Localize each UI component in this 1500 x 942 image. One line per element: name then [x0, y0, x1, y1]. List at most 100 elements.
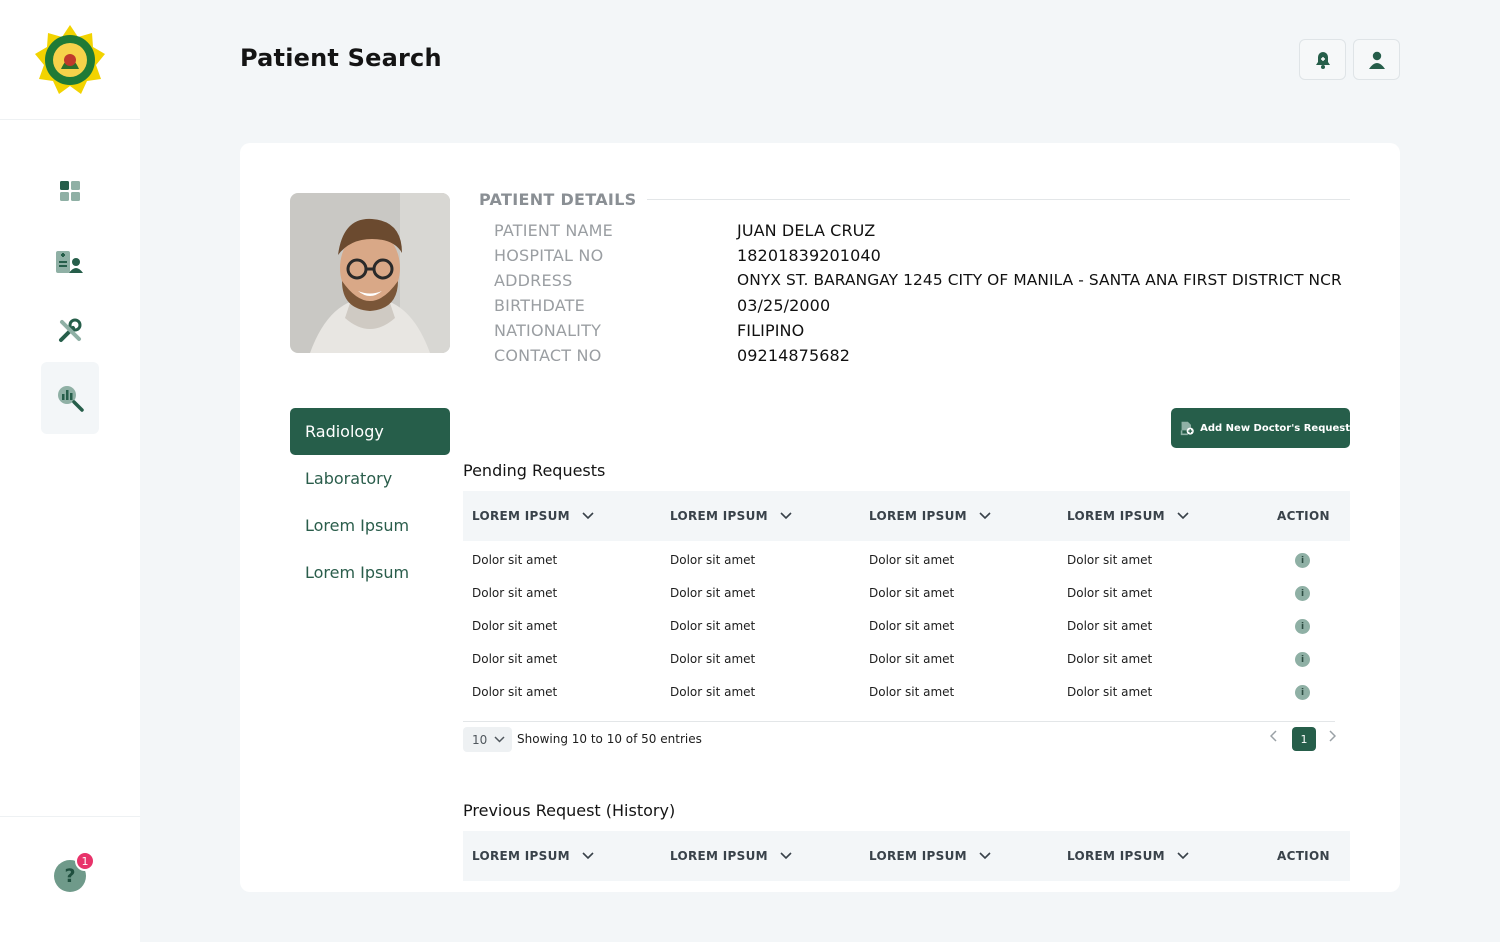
chevron-down-icon [494, 736, 505, 743]
tab-lorem-ipsum-1[interactable]: Lorem Ipsum [290, 502, 450, 549]
chevron-down-icon [1177, 852, 1189, 860]
table-cell: Dolor sit amet [869, 586, 955, 600]
table-header: LOREM IPSUM LOREM IPSUM LOREM IPSUM LORE… [463, 831, 1350, 881]
next-page-button[interactable] [1328, 730, 1337, 746]
detail-label: NATIONALITY [494, 321, 602, 340]
column-header-action: ACTION [1277, 491, 1330, 541]
column-header-3[interactable]: LOREM IPSUM [869, 491, 991, 541]
column-header-4[interactable]: LOREM IPSUM [1067, 491, 1189, 541]
nav-patients[interactable] [41, 233, 99, 291]
pagination-summary: Showing 10 to 10 of 50 entries [517, 732, 702, 746]
chevron-down-icon [780, 512, 792, 520]
table-cell: Dolor sit amet [1067, 685, 1153, 699]
per-page-value: 10 [472, 732, 488, 747]
sidebar: ? 1 [0, 0, 140, 942]
info-icon[interactable]: i [1295, 619, 1310, 634]
contact-no-value: 09214875682 [737, 346, 851, 365]
page-title: Patient Search [240, 44, 442, 72]
column-header-3[interactable]: LOREM IPSUM [869, 831, 991, 881]
history-table: LOREM IPSUM LOREM IPSUM LOREM IPSUM LORE… [463, 831, 1350, 881]
table-row: Dolor sit amet Dolor sit amet Dolor sit … [463, 544, 1350, 577]
bell-icon [1315, 51, 1330, 69]
chevron-down-icon [979, 512, 991, 520]
patient-name-value: JUAN DELA CRUZ [737, 221, 876, 240]
column-label: LOREM IPSUM [1067, 849, 1165, 863]
column-header-1[interactable]: LOREM IPSUM [472, 831, 594, 881]
nationality-value: FILIPINO [737, 321, 805, 340]
patient-record-icon [56, 251, 83, 273]
column-label: LOREM IPSUM [869, 509, 967, 523]
detail-label: HOSPITAL NO [494, 246, 604, 265]
chevron-down-icon [582, 852, 594, 860]
chevron-down-icon [979, 852, 991, 860]
column-label: LOREM IPSUM [670, 849, 768, 863]
page-button-current[interactable]: 1 [1292, 727, 1316, 751]
detail-label: BIRTHDATE [494, 296, 585, 315]
column-header-action: ACTION [1277, 831, 1330, 881]
chevron-right-icon [1329, 730, 1337, 742]
table-cell: Dolor sit amet [472, 619, 558, 633]
table-cell: Dolor sit amet [869, 685, 955, 699]
table-header: LOREM IPSUM LOREM IPSUM LOREM IPSUM LORE… [463, 491, 1350, 541]
column-header-2[interactable]: LOREM IPSUM [670, 491, 792, 541]
patient-details-header: PATIENT DETAILS [479, 190, 1350, 209]
table-cell: Dolor sit amet [869, 619, 955, 633]
chevron-left-icon [1269, 730, 1277, 742]
detail-label: ADDRESS [494, 271, 573, 290]
table-cell: Dolor sit amet [670, 652, 756, 666]
help-icon: ? [64, 865, 76, 887]
pending-requests-table: LOREM IPSUM LOREM IPSUM LOREM IPSUM LORE… [463, 491, 1350, 709]
add-document-icon [1180, 421, 1194, 436]
table-row: Dolor sit amet Dolor sit amet Dolor sit … [463, 643, 1350, 676]
hospital-no-value: 18201839201040 [737, 246, 881, 265]
notifications-button[interactable] [1299, 39, 1346, 80]
tools-icon [59, 318, 82, 342]
column-label: ACTION [1277, 509, 1330, 523]
detail-label: CONTACT NO [494, 346, 602, 365]
column-label: LOREM IPSUM [869, 849, 967, 863]
table-row: Dolor sit amet Dolor sit amet Dolor sit … [463, 577, 1350, 610]
table-cell: Dolor sit amet [670, 685, 756, 699]
add-doctor-request-button[interactable]: Add New Doctor's Request [1171, 408, 1350, 448]
table-row: Dolor sit amet Dolor sit amet Dolor sit … [463, 676, 1350, 709]
birthdate-value: 03/25/2000 [737, 296, 831, 315]
tab-radiology[interactable]: Radiology [290, 408, 450, 455]
patient-card: PATIENT DETAILS PATIENT NAME JUAN DELA C… [240, 143, 1400, 892]
chevron-down-icon [780, 852, 792, 860]
sidebar-bottom: ? 1 [0, 816, 140, 942]
chevron-down-icon [1177, 512, 1189, 520]
nav-tools[interactable] [41, 302, 99, 360]
column-label: LOREM IPSUM [472, 849, 570, 863]
column-label: LOREM IPSUM [472, 509, 570, 523]
table-cell: Dolor sit amet [472, 652, 558, 666]
info-icon[interactable]: i [1295, 553, 1310, 568]
table-cell: Dolor sit amet [670, 586, 756, 600]
column-header-1[interactable]: LOREM IPSUM [472, 491, 594, 541]
table-cell: Dolor sit amet [670, 553, 756, 567]
table-cell: Dolor sit amet [472, 685, 558, 699]
table-cell: Dolor sit amet [1067, 553, 1153, 567]
profile-button[interactable] [1353, 39, 1400, 80]
column-header-2[interactable]: LOREM IPSUM [670, 831, 792, 881]
logo-area [0, 0, 140, 120]
pending-requests-title: Pending Requests [463, 461, 606, 480]
hospital-seal-logo[interactable] [33, 23, 107, 97]
tab-laboratory[interactable]: Laboratory [290, 455, 450, 502]
tab-lorem-ipsum-2[interactable]: Lorem Ipsum [290, 549, 450, 596]
column-label: ACTION [1277, 849, 1330, 863]
table-cell: Dolor sit amet [1067, 619, 1153, 633]
table-cell: Dolor sit amet [472, 586, 558, 600]
patient-photo [290, 193, 450, 353]
column-label: LOREM IPSUM [1067, 509, 1165, 523]
prev-page-button[interactable] [1269, 730, 1278, 746]
info-icon[interactable]: i [1295, 685, 1310, 700]
table-cell: Dolor sit amet [1067, 586, 1153, 600]
per-page-select[interactable]: 10 [463, 727, 512, 752]
nav-dashboard[interactable] [41, 162, 99, 220]
nav-search-analytics[interactable] [41, 362, 99, 434]
pagination-divider [463, 721, 1335, 722]
info-icon[interactable]: i [1295, 586, 1310, 601]
column-header-4[interactable]: LOREM IPSUM [1067, 831, 1189, 881]
patient-details-label: PATIENT DETAILS [479, 190, 637, 209]
info-icon[interactable]: i [1295, 652, 1310, 667]
